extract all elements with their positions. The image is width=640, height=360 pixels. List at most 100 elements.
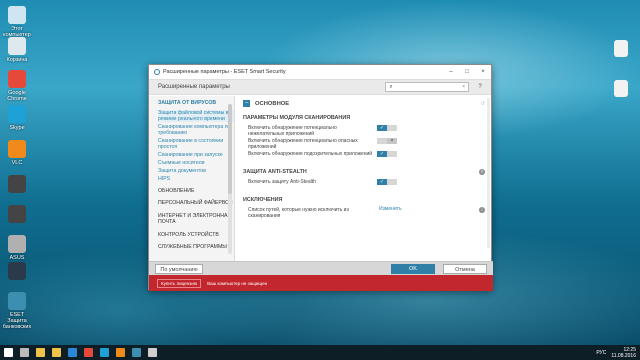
- buy-license-button[interactable]: Купить лицензию: [157, 278, 202, 288]
- basic-section-header[interactable]: – ОСНОВНОЕ ↺: [243, 98, 485, 109]
- ok-button[interactable]: OK: [391, 263, 435, 274]
- sidebar-item[interactable]: ОБНОВЛЕНИЕ: [158, 188, 234, 195]
- settings-header: Расширенные параметры ⌕ × ?: [149, 79, 491, 95]
- taskbar-app-icon[interactable]: [128, 345, 144, 360]
- sidebar-scrollbar[interactable]: [228, 104, 232, 254]
- eset-app-icon: [154, 69, 160, 75]
- toggle-check-icon: ✓: [377, 151, 387, 157]
- search-icon: ⌕: [389, 83, 393, 90]
- desktop-icon[interactable]: VLC: [0, 140, 34, 166]
- taskbar-app-icon[interactable]: [96, 345, 112, 360]
- desktop-icon-image: [8, 6, 26, 24]
- exclusions-change-link[interactable]: Изменить: [379, 206, 402, 212]
- option-label: Включить обнаружение потенциально нежела…: [248, 125, 337, 137]
- desktop-icon-label: Корзина: [6, 57, 28, 63]
- sidebar-item[interactable]: ПЕРСОНАЛЬНЫЙ ФАЙЕРВОЛ: [158, 200, 234, 207]
- page-title: Расширенные параметры: [158, 84, 230, 90]
- sidebar-subitem[interactable]: Сканирование компьютера по требованию: [158, 124, 234, 136]
- taskbar-app-icon[interactable]: [144, 345, 160, 360]
- sidebar-subitem[interactable]: Защита файловой системы в режиме реально…: [158, 109, 234, 122]
- app-icon: [35, 348, 45, 357]
- close-button[interactable]: ×: [475, 69, 491, 75]
- anti-stealth-toggle[interactable]: ✓: [377, 179, 397, 185]
- desktop-icon[interactable]: [0, 262, 34, 282]
- status-text: Ваш компьютер не защищен: [207, 280, 268, 286]
- scanner-option: Включить обнаружение подозрительных прил…: [243, 150, 485, 163]
- file-icon: [614, 80, 628, 97]
- option-toggle[interactable]: ×: [377, 138, 397, 144]
- sidebar-subitem[interactable]: Сканирование в состоянии простоя: [158, 138, 234, 150]
- minimize-button[interactable]: –: [443, 69, 459, 75]
- option-label: Включить обнаружение потенциально опасны…: [248, 138, 358, 150]
- taskbar-app-icon[interactable]: [48, 345, 64, 360]
- start-button[interactable]: [0, 345, 16, 360]
- desktop-icon[interactable]: [0, 205, 34, 225]
- info-icon[interactable]: i: [479, 207, 485, 213]
- desktop-icon[interactable]: [0, 175, 34, 195]
- system-tray: РУС 12:25 11.08.2016: [596, 345, 636, 360]
- toggle-check-icon: ✓: [377, 125, 387, 131]
- settings-body: ЗАЩИТА ОТ ВИРУСОВ Защита файловой систем…: [149, 96, 493, 261]
- app-icon: [51, 348, 61, 357]
- sidebar-subitem[interactable]: Сканирование при запуске: [158, 152, 234, 158]
- taskbar-app-icon[interactable]: [32, 345, 48, 360]
- desktop-icon-image: [8, 70, 26, 88]
- info-icon[interactable]: i: [479, 169, 485, 175]
- desktop-icon-image: [8, 175, 26, 193]
- option-toggle[interactable]: ✓: [377, 125, 397, 131]
- app-icon: [19, 348, 29, 357]
- desktop-file-icon[interactable]: [604, 40, 638, 59]
- desktop-icon-label: ASUS: [9, 255, 25, 261]
- desktop-icon[interactable]: Корзина: [0, 37, 34, 63]
- scrollbar-thumb[interactable]: [228, 104, 232, 194]
- dialog-footer: По умолчанию OK Отмена: [149, 261, 493, 275]
- sidebar-item[interactable]: ИНТЕРНЕТ И ЭЛЕКТРОННАЯ ПОЧТА: [158, 213, 234, 226]
- sidebar-subitem[interactable]: HIPS: [158, 176, 234, 182]
- search-box[interactable]: ⌕ ×: [385, 82, 469, 92]
- taskbar-app-icon[interactable]: [112, 345, 128, 360]
- desktop-icon[interactable]: Google Chrome: [0, 70, 34, 102]
- app-icon: [131, 348, 141, 357]
- content-scrollbar[interactable]: [487, 98, 490, 248]
- desktop-icon-image: [8, 205, 26, 223]
- option-toggle[interactable]: ✓: [377, 151, 397, 157]
- taskbar-app-icon[interactable]: [80, 345, 96, 360]
- search-input[interactable]: [396, 84, 456, 90]
- maximize-button[interactable]: □: [459, 69, 475, 75]
- section-title-text: ИСКЛЮЧЕНИЯ: [243, 197, 283, 203]
- desktop-icon-image: [8, 37, 26, 55]
- toggle-cross-icon: ×: [387, 138, 397, 144]
- desktop-icon-image: [8, 140, 26, 158]
- desktop-icon-image: [8, 262, 26, 280]
- anti-stealth-title: ЗАЩИТА ANTI-STEALTH i: [243, 169, 485, 175]
- cancel-button[interactable]: Отмена: [443, 263, 487, 274]
- sidebar-subitem[interactable]: Защита документов: [158, 168, 234, 174]
- taskbar-app-icon[interactable]: [64, 345, 80, 360]
- file-icon: [614, 40, 628, 57]
- default-button[interactable]: По умолчанию: [155, 263, 203, 274]
- settings-content: – ОСНОВНОЕ ↺ ПАРАМЕТРЫ МОДУЛЯ СКАНИРОВАН…: [235, 96, 493, 261]
- desktop-icon[interactable]: Этот компьютер: [0, 6, 34, 38]
- collapse-icon[interactable]: –: [243, 100, 250, 107]
- section-title-text: ЗАЩИТА ANTI-STEALTH: [243, 169, 307, 175]
- protection-status-bar: Купить лицензию Ваш компьютер не защищен: [149, 275, 493, 291]
- desktop-icon-image: [8, 292, 26, 310]
- help-icon[interactable]: ?: [475, 84, 485, 90]
- desktop-icon-label: Skype: [9, 125, 25, 131]
- app-icon: [83, 348, 93, 357]
- desktop-icon[interactable]: ASUS: [0, 235, 34, 261]
- sidebar-item-antivirus[interactable]: ЗАЩИТА ОТ ВИРУСОВ: [158, 100, 234, 107]
- language-indicator[interactable]: РУС: [596, 350, 606, 356]
- option-label: Список путей, которые нужно исключить из…: [248, 207, 349, 219]
- clear-search-icon[interactable]: ×: [462, 84, 465, 90]
- sidebar-item[interactable]: КОНТРОЛЬ УСТРОЙСТВ: [158, 232, 234, 239]
- scanner-options-title: ПАРАМЕТРЫ МОДУЛЯ СКАНИРОВАНИЯ: [243, 115, 485, 121]
- taskbar-app-icon[interactable]: [16, 345, 32, 360]
- desktop-file-icon[interactable]: [604, 80, 638, 99]
- desktop-icon[interactable]: Skype: [0, 105, 34, 131]
- reset-icon[interactable]: ↺: [481, 101, 485, 107]
- clock[interactable]: 12:25 11.08.2016: [611, 347, 636, 359]
- sidebar-item[interactable]: СЛУЖЕБНЫЕ ПРОГРАММЫ: [158, 244, 234, 251]
- desktop-icon[interactable]: ESET Защита банковских: [0, 292, 34, 330]
- sidebar-subitem[interactable]: Съемные носители: [158, 160, 234, 166]
